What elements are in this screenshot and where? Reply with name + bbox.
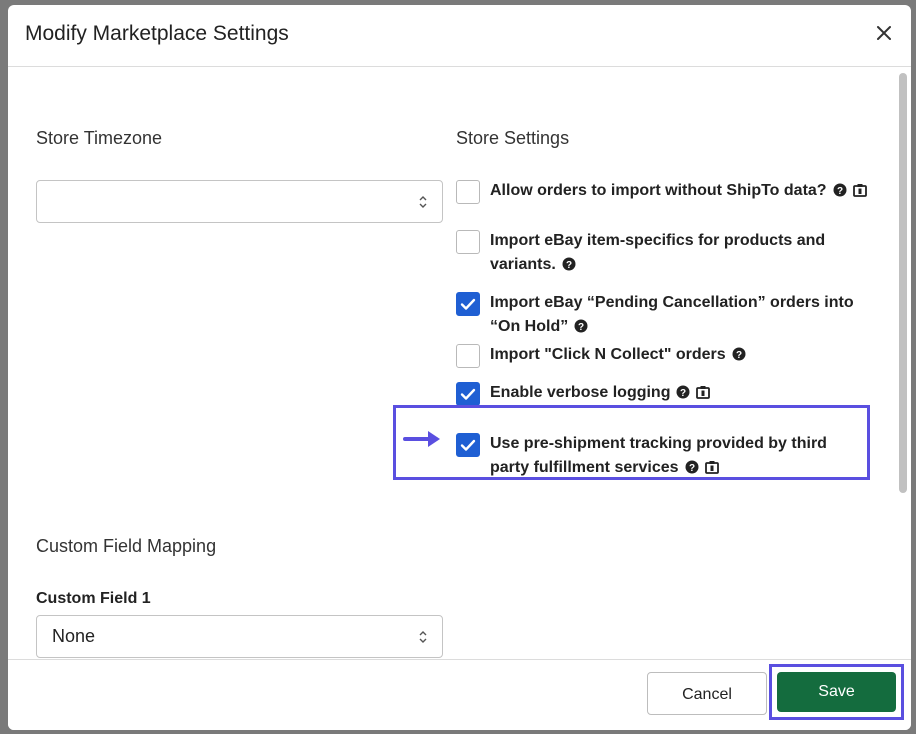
- chevron-updown-icon: [419, 631, 427, 643]
- checkbox[interactable]: [456, 230, 480, 254]
- custom-field-1-label: Custom Field 1: [36, 590, 151, 607]
- close-icon: [877, 26, 891, 40]
- scrollbar-thumb[interactable]: [899, 73, 907, 493]
- modify-marketplace-settings-dialog: Modify Marketplace Settings Store Timezo…: [8, 5, 911, 730]
- setting-label: Import eBay “Pending Cancellation” order…: [490, 294, 854, 335]
- save-button[interactable]: Save: [777, 672, 896, 712]
- cancel-button[interactable]: Cancel: [647, 672, 767, 715]
- svg-text:?: ?: [578, 322, 584, 333]
- annotation-arrow-icon: [403, 431, 440, 447]
- clipboard-icon[interactable]: [696, 385, 711, 399]
- setting-label: Import "Click N Collect" orders: [490, 346, 726, 363]
- help-icon[interactable]: ?: [833, 183, 847, 197]
- help-icon[interactable]: ?: [562, 257, 576, 271]
- svg-text:?: ?: [837, 186, 843, 197]
- custom-field-mapping-heading: Custom Field Mapping: [36, 536, 217, 556]
- checkbox[interactable]: [456, 382, 480, 406]
- checkmark-icon: [460, 388, 476, 400]
- dialog-footer: Cancel Save: [8, 659, 911, 730]
- svg-text:?: ?: [680, 388, 686, 399]
- custom-field-1-value: None: [52, 626, 96, 646]
- help-icon[interactable]: ?: [732, 347, 746, 361]
- svg-text:?: ?: [736, 350, 742, 361]
- store-timezone-heading: Store Timezone: [36, 128, 163, 148]
- help-icon[interactable]: ?: [574, 319, 588, 333]
- scrollbar[interactable]: [899, 69, 907, 659]
- setting-label: Allow orders to import without ShipTo da…: [490, 182, 827, 199]
- checkbox[interactable]: [456, 292, 480, 316]
- annotation-save-highlight: Save: [769, 664, 904, 720]
- svg-text:?: ?: [566, 260, 572, 271]
- store-timezone-select[interactable]: [36, 180, 443, 223]
- clipboard-icon[interactable]: [852, 183, 867, 197]
- dialog-header: Modify Marketplace Settings: [8, 5, 911, 67]
- store-settings-heading: Store Settings: [456, 128, 570, 148]
- checkbox[interactable]: [456, 344, 480, 368]
- setting-label: Import eBay item-specifics for products …: [490, 232, 826, 273]
- custom-field-1-select[interactable]: None: [36, 615, 443, 658]
- annotation-highlight-box: [393, 405, 870, 480]
- help-icon[interactable]: ?: [676, 385, 690, 399]
- setting-label: Enable verbose logging: [490, 384, 671, 401]
- dialog-title: Modify Marketplace Settings: [25, 22, 289, 45]
- checkbox[interactable]: [456, 180, 480, 204]
- chevron-updown-icon: [419, 196, 427, 208]
- dialog-body: Store Timezone Store Settings Allow orde…: [8, 67, 911, 659]
- close-button[interactable]: [871, 20, 897, 46]
- checkmark-icon: [460, 298, 476, 310]
